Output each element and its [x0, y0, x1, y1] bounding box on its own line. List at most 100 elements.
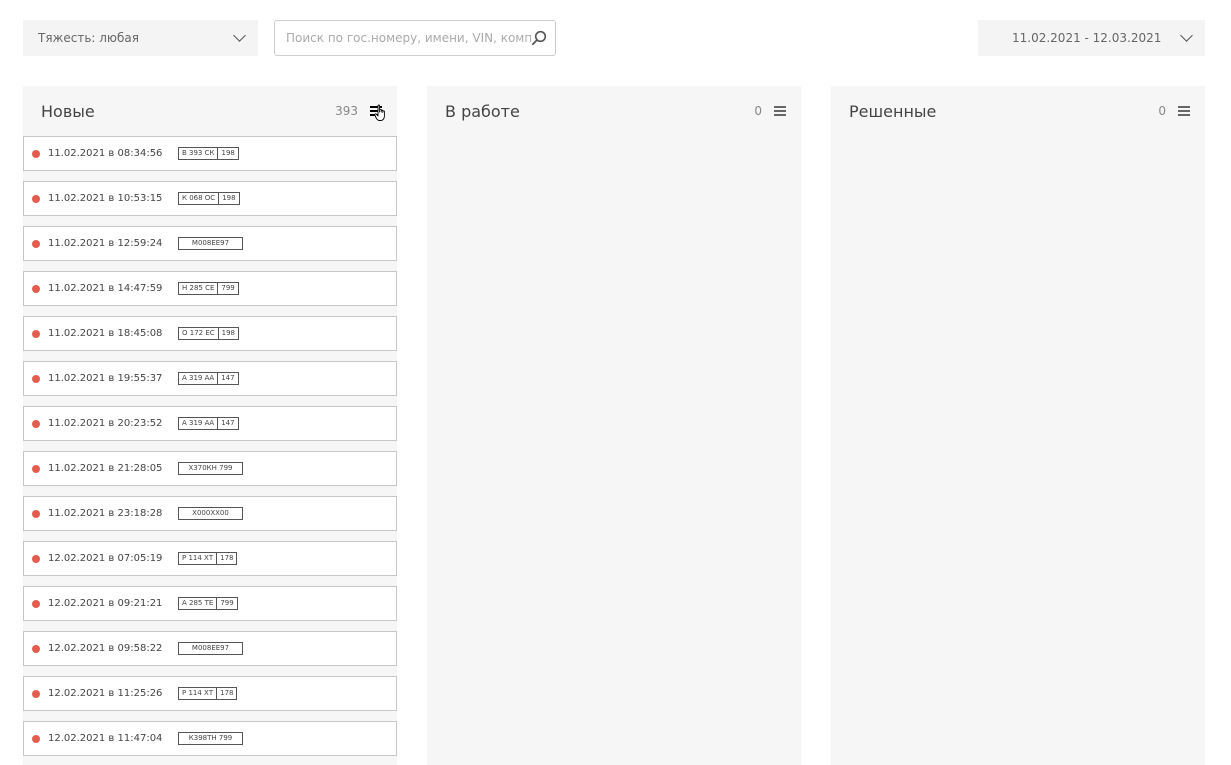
column-menu[interactable]: [370, 104, 385, 121]
column-count: 393: [335, 104, 358, 118]
column-header: Решенные 0: [831, 86, 1205, 136]
status-dot-icon: [32, 734, 40, 743]
license-plate: Х370КН 799: [178, 462, 243, 475]
column-header: Новые 393: [23, 86, 397, 136]
column-resolved: Решенные 0: [831, 86, 1205, 765]
search-box[interactable]: [274, 20, 556, 56]
menu-icon[interactable]: [1178, 106, 1190, 116]
incident-card[interactable]: 11.02.2021 в 14:47:59 Н 285 СЕ 799: [23, 271, 397, 306]
plate-number: А 319 АА: [179, 373, 219, 384]
plate-number: Х000ХХ00: [192, 509, 229, 517]
status-dot-icon: [32, 374, 40, 383]
incident-time: 12.02.2021 в 09:21:21: [48, 598, 163, 609]
plate-region: 198: [221, 149, 235, 157]
incident-card[interactable]: 12.02.2021 в 09:21:21 А 285 ТЕ 799: [23, 586, 397, 621]
plate-number: К 068 ОС: [179, 193, 220, 204]
plate-number: Х370КН 799: [188, 464, 233, 472]
plate-region: 799: [220, 599, 234, 607]
plate-region: 799: [221, 284, 235, 292]
column-new: Новые 393 11.02.2021 в 08:34:56 В 393 СК 1…: [23, 86, 397, 765]
status-dot-icon: [32, 284, 40, 293]
license-plate: А 319 АА 147: [178, 372, 239, 385]
license-plate: Р 114 ХТ 178: [178, 552, 238, 565]
incident-time: 12.02.2021 в 11:25:26: [48, 688, 163, 699]
plate-region: 147: [221, 374, 235, 382]
status-dot-icon: [32, 419, 40, 428]
incident-time: 11.02.2021 в 19:55:37: [48, 373, 163, 384]
plate-number: М008ЕЕ97: [191, 239, 230, 247]
license-plate: К398ТН 799: [178, 732, 243, 745]
severity-filter-select[interactable]: Тяжесть: любая: [23, 20, 258, 56]
license-plate: А 319 АА 147: [178, 417, 239, 430]
plate-number: В 393 СК: [179, 148, 219, 159]
date-range-select[interactable]: 11.02.2021 - 12.03.2021: [978, 20, 1205, 56]
status-dot-icon: [32, 554, 40, 563]
status-dot-icon: [32, 149, 40, 158]
license-plate: К 068 ОС 198: [178, 192, 240, 205]
license-plate: Н 285 СЕ 799: [178, 282, 239, 295]
status-dot-icon: [32, 509, 40, 518]
license-plate: М008ЕЕ97: [178, 237, 243, 250]
license-plate: А 285 ТЕ 799: [178, 597, 238, 610]
incident-time: 11.02.2021 в 20:23:52: [48, 418, 163, 429]
incident-time: 11.02.2021 в 21:28:05: [48, 463, 163, 474]
status-dot-icon: [32, 464, 40, 473]
incident-card[interactable]: 11.02.2021 в 10:53:15 К 068 ОС 198: [23, 181, 397, 216]
plate-number: О 172 ЕС: [179, 328, 219, 339]
incident-time: 11.02.2021 в 14:47:59: [48, 283, 163, 294]
incident-time: 11.02.2021 в 12:59:24: [48, 238, 163, 249]
incident-card[interactable]: 12.02.2021 в 11:47:04 К398ТН 799: [23, 721, 397, 756]
column-header: В работе 0: [427, 86, 801, 136]
incident-card[interactable]: 12.02.2021 в 09:58:22 М008ЕЕ97: [23, 631, 397, 666]
status-dot-icon: [32, 194, 40, 203]
plate-region: 178: [220, 689, 234, 697]
license-plate: О 172 ЕС 198: [178, 327, 240, 340]
license-plate: В 393 СК 198: [178, 147, 239, 160]
incident-board: Тяжесть: любая 11.02.2021 - 12.03.2021 Н…: [0, 0, 1231, 765]
status-dot-icon: [32, 599, 40, 608]
severity-filter-label: Тяжесть: любая: [38, 31, 140, 45]
license-plate: М008ЕЕ97: [178, 642, 243, 655]
plate-number: М008ЕЕ97: [191, 644, 230, 652]
license-plate: Х000ХХ00: [178, 507, 243, 520]
search-input[interactable]: [286, 31, 531, 45]
plate-region: 198: [222, 194, 236, 202]
incident-card[interactable]: 11.02.2021 в 23:18:28 Х000ХХ00: [23, 496, 397, 531]
incident-card[interactable]: 11.02.2021 в 12:59:24 М008ЕЕ97: [23, 226, 397, 261]
menu-icon[interactable]: [774, 106, 786, 116]
chevron-down-icon: [233, 29, 246, 42]
column-title: Решенные: [849, 101, 937, 121]
incident-card[interactable]: 11.02.2021 в 08:34:56 В 393 СК 198: [23, 136, 397, 171]
plate-region: 198: [221, 329, 236, 337]
column-title: В работе: [445, 101, 520, 121]
plate-number: А 285 ТЕ: [179, 598, 218, 609]
column-count: 0: [754, 104, 762, 118]
column-in-progress: В работе 0: [427, 86, 801, 765]
plate-number: Р 114 ХТ: [179, 688, 218, 699]
incident-time: 11.02.2021 в 10:53:15: [48, 193, 163, 204]
search-icon[interactable]: [531, 30, 547, 46]
chevron-down-icon: [1180, 29, 1193, 42]
status-dot-icon: [32, 644, 40, 653]
plate-number: Р 114 ХТ: [179, 553, 218, 564]
status-dot-icon: [32, 329, 40, 338]
column-title: Новые: [41, 101, 95, 121]
incident-card[interactable]: 12.02.2021 в 11:25:26 Р 114 ХТ 178: [23, 676, 397, 711]
plate-region: 178: [220, 554, 234, 562]
plate-number: А 319 АА: [179, 418, 219, 429]
status-dot-icon: [32, 239, 40, 248]
incident-card[interactable]: 11.02.2021 в 19:55:37 А 319 АА 147: [23, 361, 397, 396]
date-range-label: 11.02.2021 - 12.03.2021: [1012, 31, 1162, 45]
license-plate: Р 114 ХТ 178: [178, 687, 238, 700]
incident-card[interactable]: 12.02.2021 в 07:05:19 Р 114 ХТ 178: [23, 541, 397, 576]
status-dot-icon: [32, 689, 40, 698]
incident-card[interactable]: 11.02.2021 в 18:45:08 О 172 ЕС 198: [23, 316, 397, 351]
incident-time: 12.02.2021 в 07:05:19: [48, 553, 163, 564]
column-count: 0: [1158, 104, 1166, 118]
incident-card[interactable]: 11.02.2021 в 20:23:52 А 319 АА 147: [23, 406, 397, 441]
incident-time: 11.02.2021 в 18:45:08: [48, 328, 163, 339]
incident-card[interactable]: 11.02.2021 в 21:28:05 Х370КН 799: [23, 451, 397, 486]
plate-region: 147: [221, 419, 235, 427]
incident-time: 12.02.2021 в 11:47:04: [48, 733, 163, 744]
plate-number: Н 285 СЕ: [179, 283, 219, 294]
